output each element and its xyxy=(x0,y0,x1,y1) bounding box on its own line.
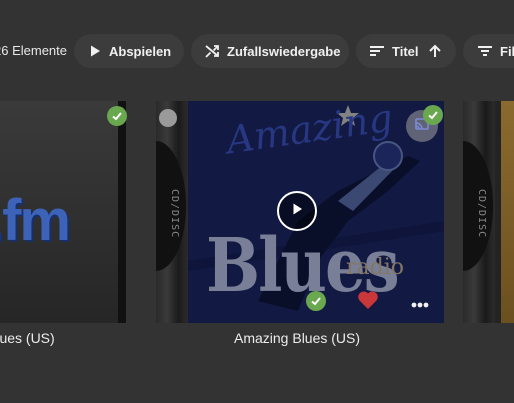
sort-button-label: Titel xyxy=(392,43,419,59)
album-title[interactable]: Amazing Blues (US) xyxy=(234,330,360,346)
arrow-up-icon xyxy=(428,44,442,58)
filter-button[interactable]: Filter xyxy=(463,34,514,68)
cd-label: CD/DISC xyxy=(169,189,180,239)
played-check-icon[interactable] xyxy=(306,291,326,311)
album-card-left[interactable]: .fm xyxy=(0,101,126,323)
filter-button-label: Filter xyxy=(500,43,514,59)
play-button-label: Abspielen xyxy=(109,43,172,59)
cd-label: CD/DISC xyxy=(476,189,487,239)
shuffle-button[interactable]: Zufallswiedergabe xyxy=(191,34,349,68)
sort-icon xyxy=(369,44,385,58)
sort-button[interactable]: Titel xyxy=(356,34,456,68)
toolbar: 26 Elemente Abspielen Zufallswiedergabe … xyxy=(0,32,514,70)
selected-check-icon[interactable] xyxy=(107,106,127,126)
logo-text: .fm xyxy=(0,188,71,253)
filter-icon xyxy=(477,44,493,58)
select-toggle[interactable] xyxy=(159,109,177,127)
shuffle-button-label: Zufallswiedergabe xyxy=(227,43,341,59)
play-icon xyxy=(290,202,304,221)
more-options-icon[interactable] xyxy=(410,296,430,308)
item-count: 26 Elemente xyxy=(0,43,67,58)
favorite-heart-icon[interactable] xyxy=(357,290,379,310)
selected-check-icon[interactable] xyxy=(423,105,443,125)
library-view: 26 Elemente Abspielen Zufallswiedergabe … xyxy=(0,0,514,403)
play-icon xyxy=(88,44,102,58)
play-button[interactable]: Abspielen xyxy=(74,34,184,68)
album-title[interactable]: Blues (US) xyxy=(0,330,55,346)
album-cover xyxy=(501,101,514,323)
album-card-right[interactable]: CD/DISC xyxy=(463,101,514,323)
play-overlay-button[interactable] xyxy=(277,191,317,231)
shuffle-icon xyxy=(204,43,220,59)
disc-edge xyxy=(118,101,126,323)
